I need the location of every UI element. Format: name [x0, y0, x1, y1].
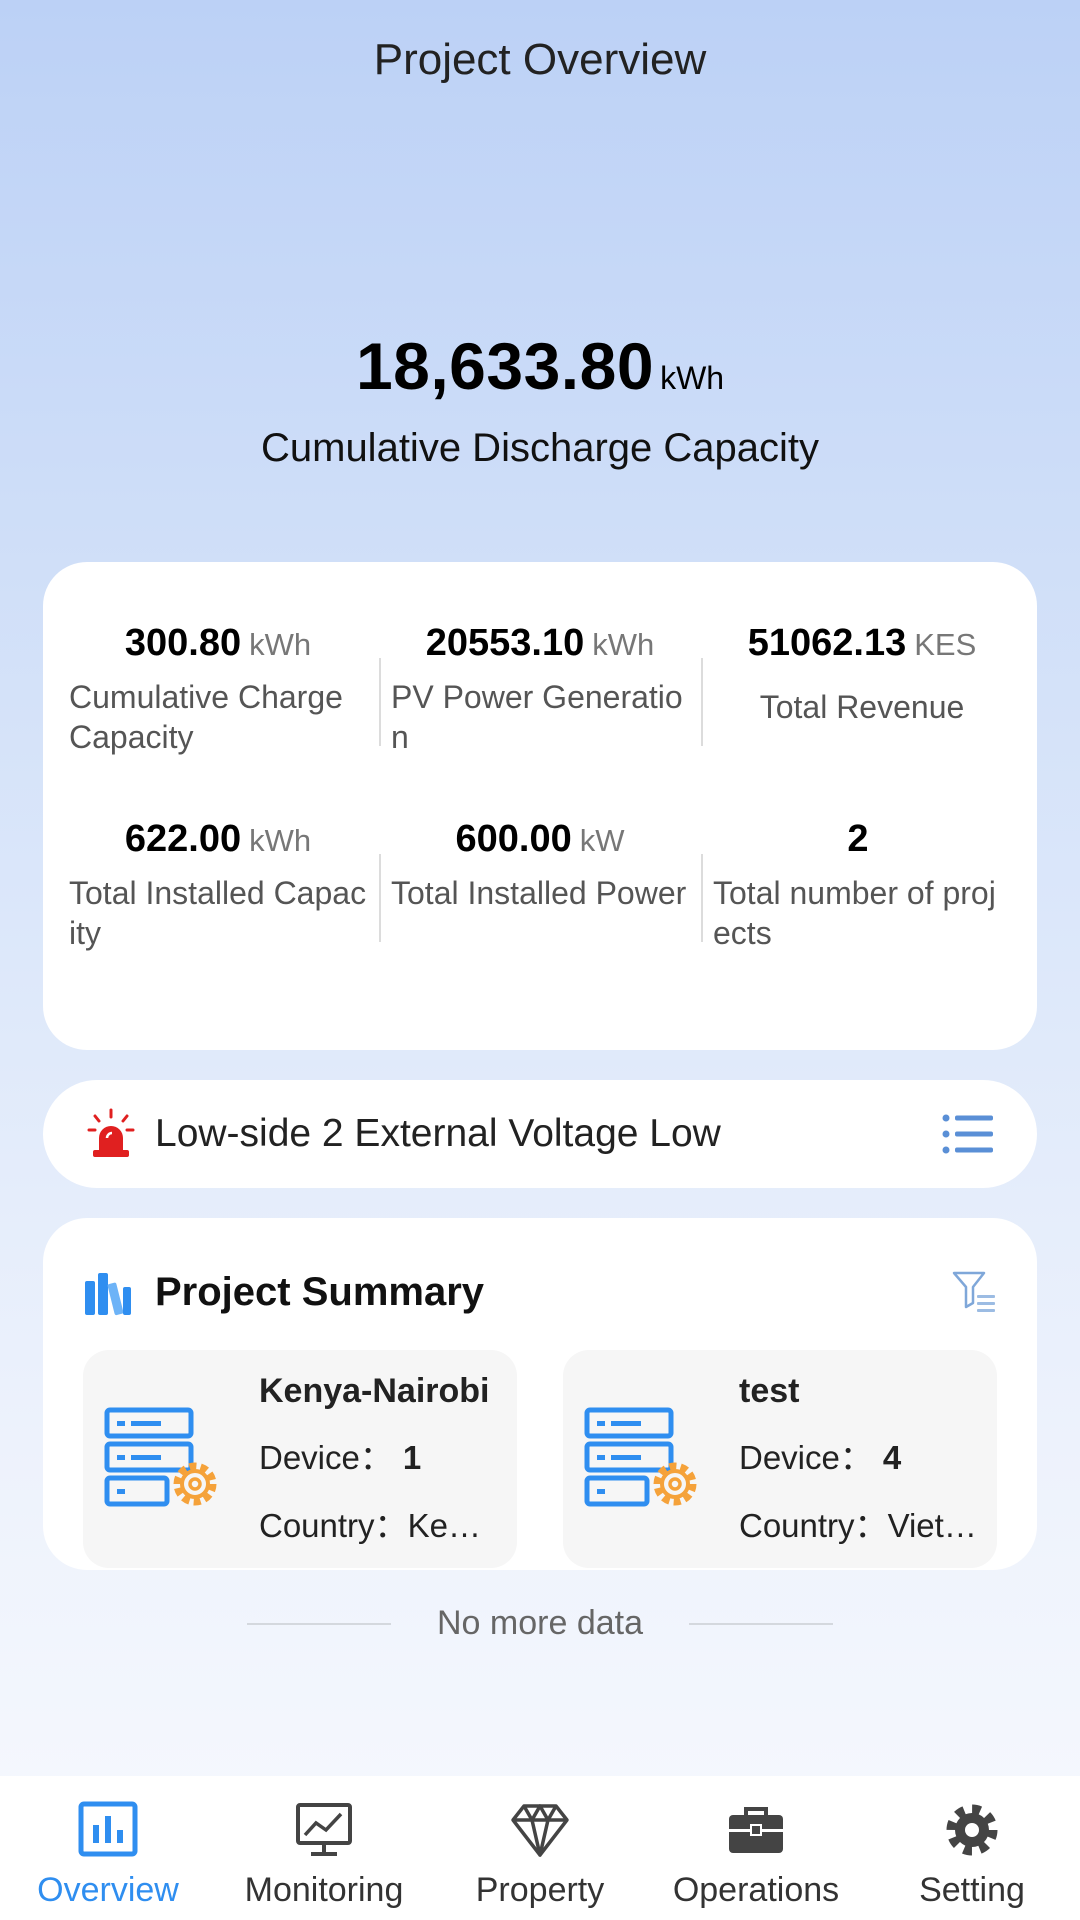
project-info: test Device：4 Country：Vietnam: [739, 1372, 979, 1547]
gear-icon: [946, 1804, 998, 1856]
stat-unit: kWh: [249, 627, 312, 662]
end-of-list: No more data: [0, 1604, 1080, 1643]
project-tile[interactable]: test Device：4 Country：Vietnam: [563, 1350, 997, 1568]
stat-value: 2: [847, 818, 869, 860]
stats-row: 622.00 kWh Total Installed Capacity 600.0…: [57, 818, 1023, 1014]
device-count: 4: [882, 1438, 902, 1476]
tab-label: Setting: [919, 1871, 1025, 1909]
tab-overview[interactable]: Overview: [8, 1801, 208, 1910]
alarm-siren-icon: [87, 1108, 135, 1157]
filter-icon[interactable]: [951, 1269, 997, 1315]
divider: [689, 1622, 833, 1625]
stat-total-revenue: 51062.13 KES Total Revenue: [701, 622, 1023, 818]
stat-value: 600.00: [455, 818, 572, 860]
tab-label: Property: [475, 1871, 605, 1909]
tab-setting[interactable]: Setting: [872, 1801, 1072, 1910]
stat-installed-power: 600.00 kW Total Installed Power: [379, 818, 701, 1014]
discharge-label: Cumulative Discharge Capacity: [260, 426, 819, 470]
stat-label: PV Power Generation: [391, 679, 683, 755]
project-country: Country：Vietnam: [739, 1499, 979, 1547]
alarm-text: Low-side 2 External Voltage Low: [155, 1112, 721, 1155]
stat-value: 51062.13: [747, 622, 907, 664]
stat-label: Total number of projects: [713, 875, 996, 951]
stat-unit: kWh: [592, 627, 655, 662]
stat-label: Total Installed Capacity: [69, 875, 367, 951]
toolbox-icon: [729, 1807, 783, 1853]
discharge-value: 18,633.80: [355, 329, 655, 403]
country-label: Country：: [259, 1506, 408, 1544]
no-more-data-text: No more data: [437, 1604, 643, 1642]
stat-label: Total Revenue: [759, 689, 965, 725]
project-devices: Device： 4: [739, 1431, 979, 1479]
tab-monitoring[interactable]: Monitoring: [224, 1801, 424, 1910]
stat-label: Total Installed Power: [391, 875, 687, 911]
project-name: test: [739, 1371, 800, 1410]
project-info: Kenya-Nairobi Device： 1 Country：Kenya: [259, 1372, 499, 1547]
server-settings-icon: [584, 1407, 697, 1507]
tab-label: Operations: [672, 1871, 840, 1909]
project-devices: Device： 1: [259, 1431, 499, 1479]
stat-unit: kW: [579, 823, 625, 858]
alarm-banner[interactable]: Low-side 2 External Voltage Low: [43, 1080, 1037, 1188]
monitor-chart-icon: [296, 1803, 352, 1856]
device-count: 1: [402, 1438, 422, 1476]
server-settings-icon: [104, 1407, 217, 1507]
list-icon[interactable]: [941, 1110, 997, 1158]
books-icon: [85, 1273, 131, 1316]
app-header: Project Overview: [0, 0, 1080, 120]
bar-chart-icon: [78, 1801, 138, 1857]
summary-title: Project Summary: [155, 1269, 485, 1314]
tab-property[interactable]: Property: [440, 1801, 640, 1910]
discharge-unit: kWh: [660, 360, 725, 396]
bottom-tab-bar: Overview Monitoring Property Operations …: [0, 1776, 1080, 1920]
device-label: Device：: [739, 1438, 873, 1476]
country-label: Country：: [739, 1506, 888, 1544]
country-value: Kenya: [407, 1506, 499, 1544]
stat-unit: kWh: [249, 823, 312, 858]
stat-unit: KES: [914, 627, 977, 662]
project-summary-card: Project Summary Kenya-Nairobi Device： 1 …: [43, 1218, 1037, 1570]
stat-label: Cumulative Charge Capacity: [69, 679, 343, 755]
stat-project-count: 2 Total number of projects: [701, 818, 1023, 1014]
project-country: Country：Kenya: [259, 1499, 499, 1547]
stat-value: 622.00: [124, 818, 242, 860]
project-name: Kenya-Nairobi: [259, 1371, 490, 1410]
tab-label: Overview: [37, 1871, 179, 1909]
page-title: Project Overview: [373, 35, 707, 84]
tab-operations[interactable]: Operations: [656, 1801, 856, 1910]
divider: [247, 1622, 391, 1625]
device-label: Device：: [259, 1438, 393, 1476]
project-tile[interactable]: Kenya-Nairobi Device： 1 Country：Kenya: [83, 1350, 517, 1568]
stat-value: 300.80: [124, 622, 242, 664]
stats-card: 300.80 kWh Cumulative Charge Capacity 205…: [43, 562, 1037, 1050]
stat-cumulative-charge: 300.80 kWh Cumulative Charge Capacity: [57, 622, 379, 818]
stat-installed-capacity: 622.00 kWh Total Installed Capacity: [57, 818, 379, 1014]
country-value: Vietnam: [887, 1506, 979, 1544]
discharge-summary: 18,633.80 kWh Cumulative Discharge Capac…: [0, 328, 1080, 471]
summary-header: Project Summary: [83, 1244, 997, 1340]
tab-label: Monitoring: [244, 1871, 404, 1909]
stats-row: 300.80 kWh Cumulative Charge Capacity 205…: [57, 622, 1023, 818]
discharge-value-row: 18,633.80 kWh: [0, 328, 1080, 404]
stat-pv-generation: 20553.10 kWh PV Power Generation: [379, 622, 701, 818]
diamond-icon: [511, 1804, 569, 1857]
stat-value: 20553.10: [425, 622, 585, 664]
project-list: Kenya-Nairobi Device： 1 Country：Kenya te…: [83, 1350, 997, 1568]
